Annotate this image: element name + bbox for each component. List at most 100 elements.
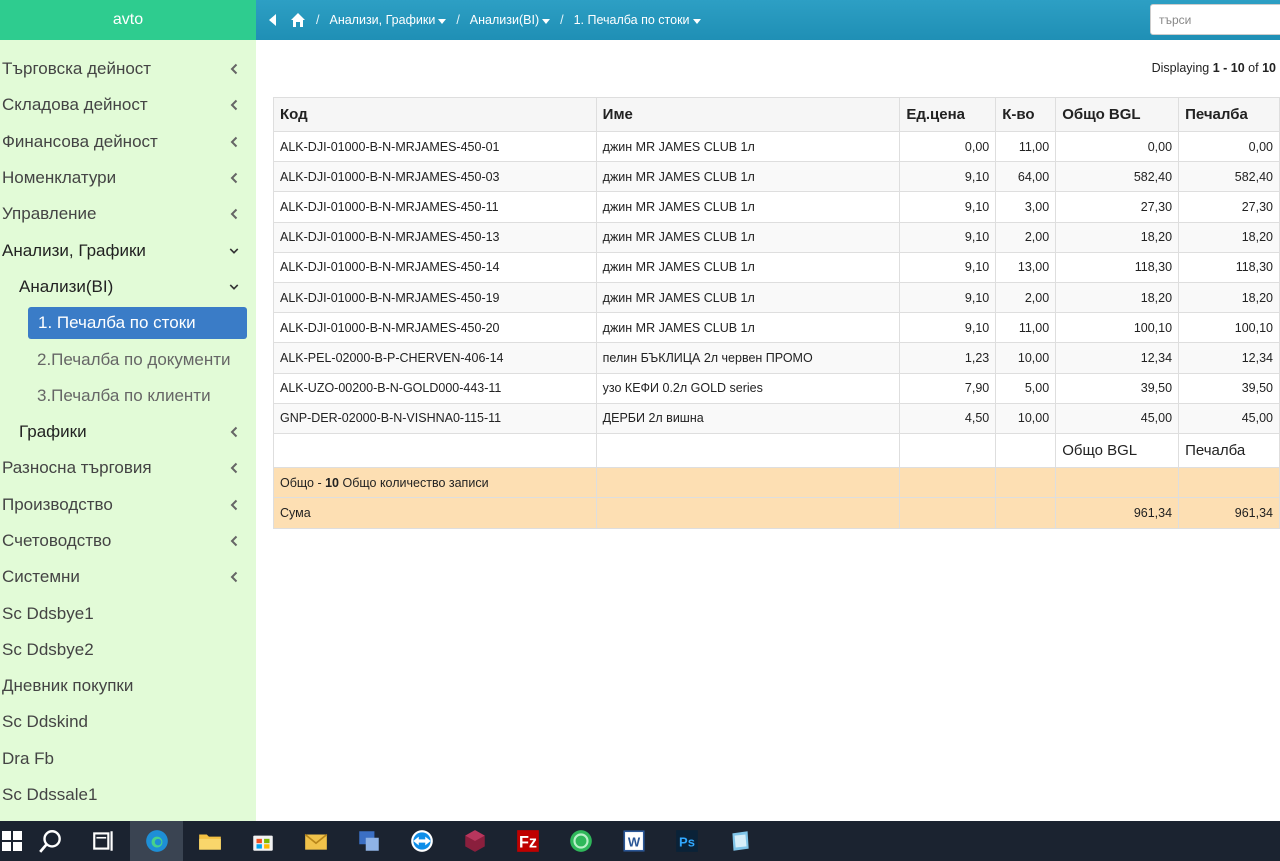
sidebar-item-19[interactable]: Dra Fb bbox=[0, 741, 256, 777]
summary-empty-cell bbox=[595, 466, 901, 499]
table-row[interactable]: ALK-PEL-02000-B-P-CHERVEN-406-14 пелин БЪ… bbox=[273, 342, 1280, 374]
sidebar-item-10[interactable]: Графики bbox=[0, 414, 256, 450]
sidebar-item-6[interactable]: Анализи(BI) bbox=[0, 269, 256, 305]
notepad-icon[interactable] bbox=[713, 821, 766, 861]
cell-code: ALK-DJI-01000-B-N-MRJAMES-450-11 bbox=[273, 191, 597, 223]
sidebar-item-15[interactable]: Sc Ddsbye1 bbox=[0, 595, 256, 631]
sidebar-item-label: Разносна търговия bbox=[2, 458, 152, 478]
task-view-icon[interactable] bbox=[77, 821, 130, 861]
cell-quantity: 64,00 bbox=[995, 161, 1057, 193]
winrar-icon[interactable] bbox=[448, 821, 501, 861]
sidebar-item-label: Sc Ddsbye2 bbox=[2, 639, 94, 659]
sidebar-item-0[interactable]: Търговска дейност bbox=[0, 51, 256, 87]
footer-label-profit: Печалба bbox=[1178, 432, 1280, 468]
green-circle-app-icon[interactable] bbox=[554, 821, 607, 861]
cell-quantity: 10,00 bbox=[995, 342, 1057, 374]
sidebar-item-label: Производство bbox=[2, 494, 113, 514]
cell-total-bgl: 118,30 bbox=[1055, 251, 1180, 283]
sidebar-item-20[interactable]: Sc Ddssale1 bbox=[0, 777, 256, 813]
cell-unit-price: 9,10 bbox=[899, 312, 997, 344]
sidebar-item-3[interactable]: Номенклатури bbox=[0, 160, 256, 196]
sidebar-item-8[interactable]: 2.Печалба по документи bbox=[0, 341, 256, 377]
network-app-icon[interactable] bbox=[342, 821, 395, 861]
summary-sum-total-bgl: 961,34 bbox=[1055, 497, 1180, 529]
sidebar-item-2[interactable]: Финансова дейност bbox=[0, 124, 256, 160]
svg-text:W: W bbox=[627, 834, 640, 849]
table-row[interactable]: ALK-DJI-01000-B-N-MRJAMES-450-11 джин MR … bbox=[273, 191, 1280, 223]
store-icon[interactable] bbox=[236, 821, 289, 861]
sidebar-item-18[interactable]: Sc Ddskind bbox=[0, 704, 256, 740]
cell-code: ALK-DJI-01000-B-N-MRJAMES-450-19 bbox=[273, 281, 597, 314]
cell-total-bgl: 582,40 bbox=[1055, 161, 1180, 193]
summary-count-row: Общо - 10 Общо количество записи bbox=[273, 466, 1280, 499]
column-header-unit-price[interactable]: Ед.цена bbox=[899, 97, 997, 132]
mail-icon[interactable] bbox=[289, 821, 342, 861]
cell-profit: 18,20 bbox=[1178, 281, 1280, 314]
cell-total-bgl: 39,50 bbox=[1055, 372, 1180, 404]
table-row[interactable]: GNP-DER-02000-B-N-VISHNA0-115-11 ДЕРБИ 2л… bbox=[273, 402, 1280, 434]
windows-taskbar: Fz W Ps bbox=[0, 821, 1280, 861]
column-header-profit[interactable]: Печалба bbox=[1178, 97, 1280, 132]
sidebar-item-label: Анализи(BI) bbox=[19, 276, 114, 296]
sidebar-nav: Търговска дейност Складова дейност Финансо… bbox=[0, 40, 256, 813]
cell-quantity: 5,00 bbox=[995, 372, 1057, 404]
cell-name: джин MR JAMES CLUB 1л bbox=[595, 191, 901, 223]
summary-empty-cell bbox=[595, 497, 901, 529]
filezilla-icon[interactable]: Fz bbox=[501, 821, 554, 861]
search-icon[interactable] bbox=[24, 821, 77, 861]
sidebar-item-label: 1. Печалба по стоки bbox=[28, 307, 247, 340]
sidebar-item-17[interactable]: Дневник покупки bbox=[0, 668, 256, 704]
breadcrumb-pechalba-po-stoki[interactable]: 1. Печалба по стоки bbox=[574, 13, 701, 27]
cell-total-bgl: 0,00 bbox=[1055, 130, 1180, 163]
column-header-name[interactable]: Име bbox=[595, 97, 901, 132]
breadcrumb-separator: / bbox=[316, 13, 320, 27]
sidebar-item-16[interactable]: Sc Ddsbye2 bbox=[0, 632, 256, 668]
cell-code: ALK-DJI-01000-B-N-MRJAMES-450-14 bbox=[273, 251, 597, 283]
sidebar-item-1[interactable]: Складова дейност bbox=[0, 87, 256, 123]
table-row[interactable]: ALK-UZO-00200-B-N-GOLD000-443-11 узо КЕФИ… bbox=[273, 372, 1280, 404]
chevron-left-icon bbox=[226, 424, 242, 440]
collapse-sidebar-icon[interactable] bbox=[268, 14, 278, 26]
sidebar-item-12[interactable]: Производство bbox=[0, 487, 256, 523]
sidebar-item-14[interactable]: Системни bbox=[0, 559, 256, 595]
sidebar-item-11[interactable]: Разносна търговия bbox=[0, 450, 256, 486]
file-explorer-icon[interactable] bbox=[183, 821, 236, 861]
table-row[interactable]: ALK-DJI-01000-B-N-MRJAMES-450-19 джин MR … bbox=[273, 281, 1280, 314]
table-row[interactable]: ALK-DJI-01000-B-N-MRJAMES-450-01 джин MR … bbox=[273, 130, 1280, 163]
sidebar-item-label: Складова дейност bbox=[2, 95, 148, 115]
sidebar-item-4[interactable]: Управление bbox=[0, 196, 256, 232]
cell-name: джин MR JAMES CLUB 1л bbox=[595, 281, 901, 314]
caret-down-icon bbox=[542, 18, 551, 24]
footer-label-row: Общо BGL Печалба bbox=[273, 432, 1280, 468]
cell-profit: 118,30 bbox=[1178, 251, 1280, 283]
teamviewer-icon[interactable] bbox=[395, 821, 448, 861]
breadcrumb-analizi-bi[interactable]: Анализи(BI) bbox=[470, 13, 551, 27]
cell-code: ALK-DJI-01000-B-N-MRJAMES-450-03 bbox=[273, 161, 597, 193]
chevron-left-icon bbox=[226, 206, 242, 222]
table-row[interactable]: ALK-DJI-01000-B-N-MRJAMES-450-20 джин MR … bbox=[273, 312, 1280, 344]
breadcrumb-analizi-grafiki[interactable]: Анализи, Графики bbox=[329, 13, 447, 27]
windows-start-icon[interactable] bbox=[0, 821, 24, 861]
home-icon[interactable] bbox=[290, 12, 306, 28]
summary-empty-cell bbox=[995, 497, 1057, 529]
sidebar-item-label: Анализи, Графики bbox=[2, 240, 146, 260]
search-input[interactable] bbox=[1150, 4, 1280, 35]
summary-sum-profit: 961,34 bbox=[1178, 497, 1280, 529]
table-row[interactable]: ALK-DJI-01000-B-N-MRJAMES-450-13 джин MR … bbox=[273, 221, 1280, 253]
cell-profit: 27,30 bbox=[1178, 191, 1280, 223]
table-row[interactable]: ALK-DJI-01000-B-N-MRJAMES-450-14 джин MR … bbox=[273, 251, 1280, 283]
column-header-quantity[interactable]: К-во bbox=[995, 97, 1057, 132]
photoshop-icon[interactable]: Ps bbox=[660, 821, 713, 861]
sidebar-item-7[interactable]: 1. Печалба по стоки bbox=[0, 305, 256, 341]
column-header-total-bgl[interactable]: Общо BGL bbox=[1055, 97, 1180, 132]
edge-browser-icon[interactable] bbox=[130, 821, 183, 861]
word-icon[interactable]: W bbox=[607, 821, 660, 861]
table-row[interactable]: ALK-DJI-01000-B-N-MRJAMES-450-03 джин MR … bbox=[273, 161, 1280, 193]
sidebar-item-label: Dra Fb bbox=[2, 748, 54, 768]
cell-total-bgl: 27,30 bbox=[1055, 191, 1180, 223]
sidebar-item-13[interactable]: Счетоводство bbox=[0, 523, 256, 559]
sidebar-item-9[interactable]: 3.Печалба по клиенти bbox=[0, 378, 256, 414]
sidebar-item-5[interactable]: Анализи, Графики bbox=[0, 232, 256, 268]
brand-title[interactable]: avto bbox=[0, 0, 256, 40]
column-header-code[interactable]: Код bbox=[273, 97, 597, 132]
